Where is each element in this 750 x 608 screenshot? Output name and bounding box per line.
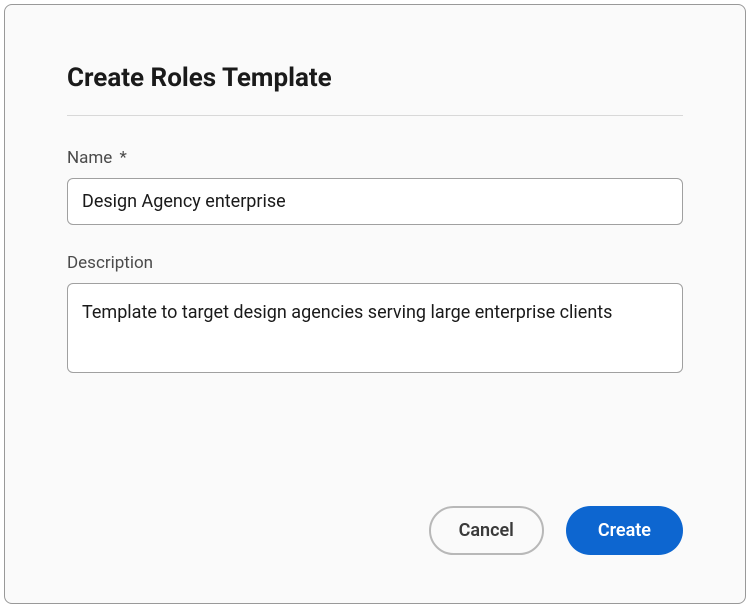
name-input[interactable] <box>67 178 683 225</box>
create-roles-template-dialog: Create Roles Template Name * Description… <box>4 4 746 604</box>
divider <box>67 115 683 116</box>
description-input[interactable]: Template to target design agencies servi… <box>67 283 683 373</box>
required-asterisk-icon: * <box>120 148 127 168</box>
dialog-title: Create Roles Template <box>67 63 683 93</box>
description-field-group: Description Template to target design ag… <box>67 253 683 377</box>
cancel-button[interactable]: Cancel <box>429 506 544 555</box>
dialog-actions: Cancel Create <box>67 506 683 563</box>
create-button[interactable]: Create <box>566 506 683 555</box>
name-label: Name * <box>67 148 683 168</box>
name-field-group: Name * <box>67 148 683 225</box>
name-label-text: Name <box>67 148 112 168</box>
description-label: Description <box>67 253 683 273</box>
